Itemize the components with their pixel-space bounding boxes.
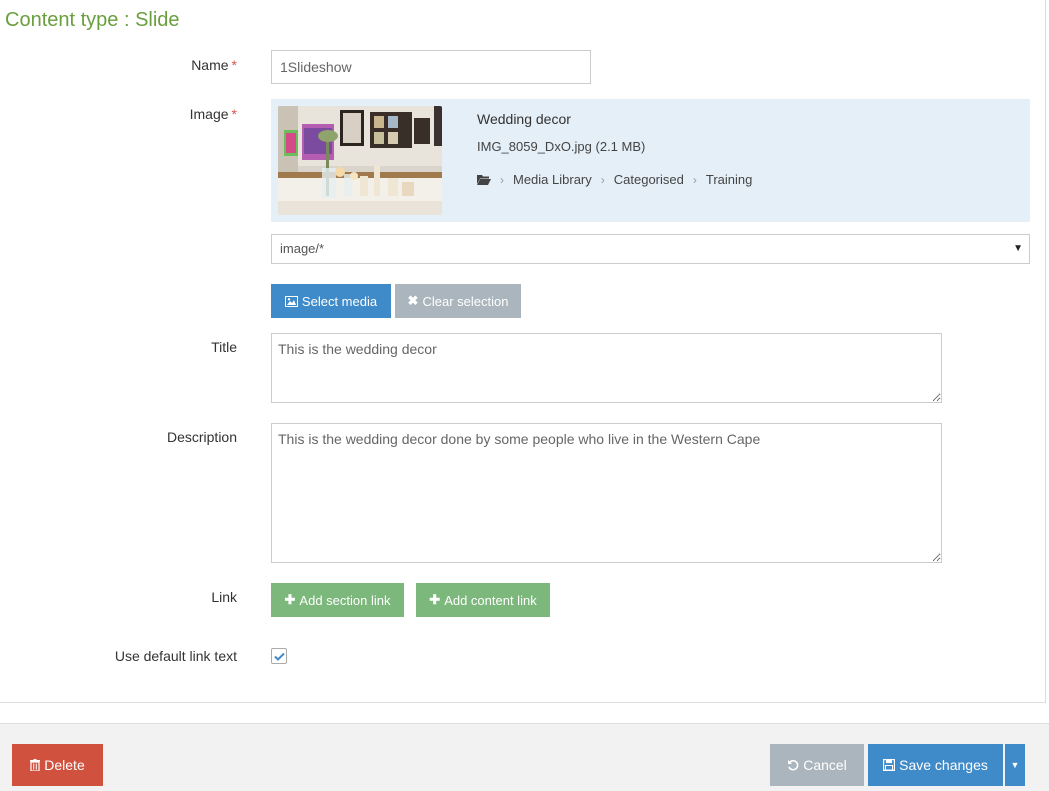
form-footer: Delete Cancel Save changes ▼	[0, 723, 1049, 791]
delete-label: Delete	[44, 757, 85, 773]
name-input[interactable]: 1Slideshow	[271, 50, 591, 84]
title-label: Title	[211, 339, 237, 355]
title-textarea[interactable]: This is the wedding decor	[271, 333, 942, 403]
add-section-link-button[interactable]: ✚ Add section link	[271, 583, 404, 617]
wedding-decor-image	[278, 106, 442, 215]
media-type-select-value: image/*	[280, 241, 325, 256]
media-name: Wedding decor	[477, 111, 571, 127]
folder-open-icon	[477, 174, 491, 185]
selected-media-card: Wedding decor IMG_8059_DxO.jpg (2.1 MB) …	[271, 99, 1030, 222]
default-link-text-checkbox[interactable]	[271, 648, 287, 664]
image-label-text: Image	[189, 106, 229, 122]
required-mark: *	[231, 106, 237, 122]
name-label-text: Name	[191, 57, 229, 73]
description-label: Description	[166, 429, 237, 445]
add-section-link-label: Add section link	[299, 592, 391, 608]
times-icon: ✖	[407, 293, 419, 308]
clear-selection-label: Clear selection	[422, 293, 509, 309]
select-media-label: Select media	[301, 293, 378, 309]
link-label: Link	[211, 589, 237, 605]
default-link-text-label: Use default link text	[114, 648, 237, 664]
floppy-icon	[883, 759, 896, 771]
required-mark: *	[231, 57, 237, 73]
add-content-link-label: Add content link	[444, 592, 537, 608]
save-changes-button[interactable]: Save changes	[868, 744, 1003, 786]
description-textarea[interactable]: This is the wedding decor done by some p…	[271, 423, 942, 563]
media-file-info: IMG_8059_DxO.jpg (2.1 MB)	[477, 139, 646, 154]
plus-icon: ✚	[429, 592, 441, 607]
media-thumbnail[interactable]	[278, 106, 442, 215]
caret-down-icon: ▼	[1013, 243, 1023, 254]
chevron-right-icon: ›	[500, 172, 504, 187]
save-changes-label: Save changes	[899, 757, 988, 773]
add-content-link-button[interactable]: ✚ Add content link	[416, 583, 550, 617]
save-options-dropdown[interactable]: ▼	[1005, 744, 1025, 786]
name-label: Name *	[191, 57, 237, 73]
cancel-label: Cancel	[803, 757, 847, 773]
breadcrumb-media-library[interactable]: Media Library	[513, 172, 592, 187]
undo-icon	[787, 759, 799, 771]
breadcrumb-categorised[interactable]: Categorised	[614, 172, 684, 187]
picture-icon	[284, 295, 298, 307]
cancel-button[interactable]: Cancel	[770, 744, 864, 786]
plus-icon: ✚	[284, 592, 296, 607]
select-media-button[interactable]: Select media	[271, 284, 391, 318]
page-title: Content type : Slide	[5, 9, 180, 31]
image-label: Image *	[190, 106, 237, 122]
breadcrumb-training[interactable]: Training	[706, 172, 752, 187]
clear-selection-button[interactable]: ✖ Clear selection	[395, 284, 521, 318]
chevron-right-icon: ›	[600, 172, 605, 187]
media-type-select[interactable]: image/* ▼	[271, 234, 1030, 264]
form-panel: Content type : Slide Name * 1Slideshow Im…	[0, 0, 1046, 703]
chevron-right-icon: ›	[692, 172, 697, 187]
media-breadcrumb: › Media Library › Categorised › Training	[477, 172, 752, 187]
trash-icon	[30, 759, 41, 771]
check-icon	[273, 652, 285, 661]
delete-button[interactable]: Delete	[12, 744, 103, 786]
caret-down-icon: ▼	[1010, 760, 1020, 770]
